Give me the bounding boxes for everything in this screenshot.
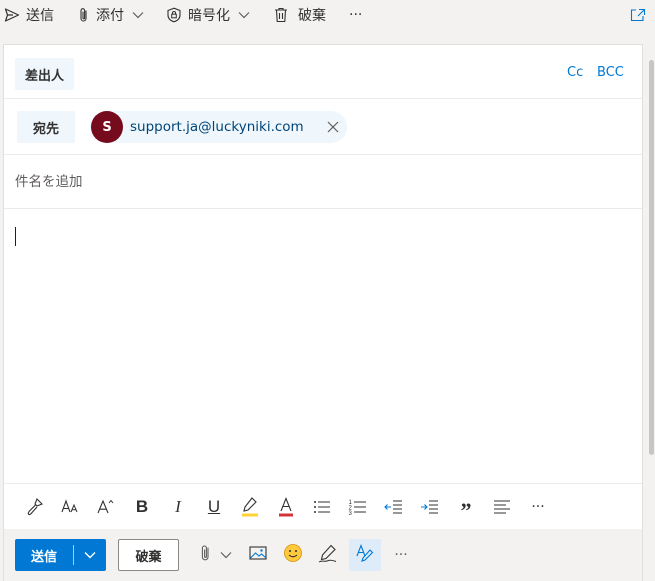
chevron-down-icon[interactable] (74, 551, 106, 559)
send-icon (4, 7, 20, 23)
paperclip-icon (200, 544, 212, 566)
format-toggle-button[interactable] (349, 539, 381, 571)
avatar: S (91, 111, 123, 143)
insert-picture-button[interactable] (246, 539, 270, 571)
font-size-icon[interactable] (56, 484, 84, 530)
from-row: 差出人 Cc BCC (4, 45, 642, 99)
picture-icon (249, 545, 267, 565)
trash-icon (274, 7, 288, 23)
emoji-icon (283, 543, 303, 567)
chevron-down-icon[interactable] (220, 547, 232, 563)
align-icon[interactable] (488, 484, 516, 530)
more-actions-button[interactable]: ··· (389, 539, 413, 571)
signature-button[interactable] (316, 539, 340, 571)
send-label: 送信 (30, 549, 57, 565)
subject-input[interactable] (15, 174, 615, 190)
cc-link[interactable]: Cc (567, 65, 583, 80)
bullets-icon[interactable] (308, 484, 336, 530)
send-top-label: 送信 (26, 8, 54, 24)
popout-button[interactable] (630, 0, 646, 30)
message-body[interactable] (4, 209, 642, 483)
attach-button[interactable] (194, 539, 238, 571)
numbering-icon[interactable]: 123 (344, 484, 372, 530)
discard-button[interactable]: 破棄 (118, 539, 179, 571)
text-caret (15, 227, 16, 246)
formatting-toolbar: B I U 123 ” ··· (4, 483, 642, 529)
format-painter-icon[interactable] (21, 484, 49, 530)
bcc-link[interactable]: BCC (597, 65, 624, 80)
underline-icon[interactable]: U (200, 484, 228, 530)
encrypt-top-button[interactable]: 暗号化 (166, 0, 250, 30)
recipient-chip[interactable]: S support.ja@luckyniki.com (90, 111, 347, 143)
italic-icon[interactable]: I (164, 484, 192, 530)
chevron-down-icon[interactable] (238, 11, 250, 19)
bold-icon[interactable]: B (128, 484, 156, 530)
scrollbar-thumb[interactable] (649, 60, 654, 455)
recipient-email: support.ja@luckyniki.com (130, 119, 304, 135)
font-color-icon[interactable] (272, 484, 300, 530)
grow-font-icon[interactable] (92, 484, 120, 530)
popout-icon (630, 8, 646, 22)
attach-top-button[interactable]: 添付 (78, 0, 144, 30)
format-text-pen-icon (355, 543, 375, 567)
increase-indent-icon[interactable] (416, 484, 444, 530)
svg-text:3: 3 (349, 511, 353, 517)
send-top-button[interactable]: 送信 (4, 0, 54, 30)
top-toolbar: 送信 添付 暗号化 破棄 ··· (0, 0, 655, 30)
paperclip-icon (78, 7, 90, 23)
compose-pane: 差出人 Cc BCC 宛先 S support.ja@luckyniki.com… (3, 44, 643, 581)
remove-recipient-icon[interactable] (326, 120, 340, 138)
subject-row (4, 155, 642, 209)
decrease-indent-icon[interactable] (380, 484, 408, 530)
encrypt-top-label: 暗号化 (188, 8, 230, 24)
shield-lock-icon (166, 7, 182, 23)
more-icon: ··· (349, 7, 363, 23)
action-bar: 送信 破棄 ··· (4, 529, 642, 581)
chevron-down-icon[interactable] (132, 11, 144, 19)
quote-icon[interactable]: ” (452, 484, 480, 530)
more-format-icon[interactable]: ··· (524, 484, 552, 530)
highlight-icon[interactable] (236, 484, 264, 530)
to-row: 宛先 S support.ja@luckyniki.com (4, 99, 642, 155)
signature-pen-icon (318, 543, 338, 567)
attach-top-label: 添付 (96, 8, 124, 24)
discard-top-label: 破棄 (298, 8, 326, 24)
from-button[interactable]: 差出人 (15, 58, 75, 90)
emoji-button[interactable] (281, 539, 305, 571)
send-button[interactable]: 送信 (15, 539, 106, 571)
to-button[interactable]: 宛先 (17, 111, 76, 143)
discard-top-button[interactable]: 破棄 (274, 0, 326, 30)
more-top-button[interactable]: ··· (349, 0, 362, 30)
